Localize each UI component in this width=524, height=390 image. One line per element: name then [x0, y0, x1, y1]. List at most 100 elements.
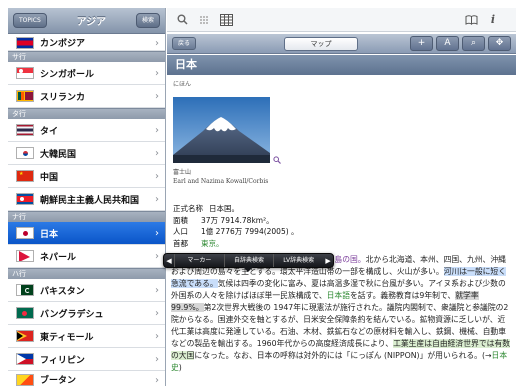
country-sidebar: TOPICS アジア 検索 カンボジア › サ行シンガポール › スリランカ › タ行タイ ›…: [8, 8, 166, 386]
singapore-flag-icon: [16, 67, 34, 79]
fact-label: 人口: [173, 227, 188, 236]
dprk-flag-icon: [16, 193, 34, 205]
chevron-right-icon: ›: [155, 307, 159, 319]
chevron-right-icon: ›: [155, 375, 159, 386]
fact-value[interactable]: 東京。: [201, 239, 224, 248]
country-name: シンガポール: [40, 69, 95, 80]
section-header: タ行: [8, 108, 165, 119]
caption-title: 富士山: [173, 169, 192, 176]
back-button[interactable]: 戻る: [172, 37, 197, 50]
bangladesh-flag-icon: [16, 307, 34, 319]
move-button[interactable]: ✥: [488, 36, 511, 51]
article-text: を話す。義務教育は9年制で、: [350, 291, 456, 300]
country-row-philippines[interactable]: フィリピン ›: [8, 348, 165, 371]
chevron-right-icon: ›: [155, 353, 159, 365]
chevron-right-icon: ›: [155, 227, 159, 239]
chevron-right-icon: ›: [155, 284, 159, 296]
chevron-right-icon: ›: [155, 38, 159, 49]
country-list: カンボジア › サ行 シンガポール › スリランカ › タ行 タイ › 大韓民国 › ★ 中国 › 朝鮮民主主…: [8, 34, 165, 386]
font-size-button[interactable]: A: [436, 36, 459, 51]
country-name: ブータン: [40, 376, 77, 386]
fact-value: 37万 7914.78km²。: [201, 215, 274, 225]
chevron-right-icon: ›: [155, 330, 159, 342]
article-content: 日本 にほん 富士山 Earl and Nazima Kowall/Corbis…: [167, 55, 516, 386]
sidebar-header: TOPICS アジア 検索: [8, 8, 165, 34]
country-row-nepal[interactable]: ネパール ›: [8, 245, 165, 268]
zoom-photo-icon[interactable]: [273, 156, 281, 166]
article-link[interactable]: 日本語: [327, 291, 350, 300]
selection-menu: ◀ マーカー 自辞典検索 LV辞典検索 ▶: [163, 253, 334, 268]
lv-dictionary-search-item[interactable]: LV辞典検索: [273, 254, 323, 267]
sidebar-title: アジア: [76, 17, 107, 28]
fact-label: 首都: [173, 238, 188, 248]
section-header: サ行: [8, 51, 165, 62]
fact-row: 正式名称 日本国。: [173, 203, 299, 215]
thailand-flag-icon: [16, 124, 34, 136]
philippines-flag-icon: [16, 353, 34, 365]
section-header: ナ行: [8, 211, 165, 222]
srilanka-flag-icon: [16, 90, 34, 102]
country-row-srilanka[interactable]: スリランカ ›: [8, 85, 165, 108]
country-name: フィリピン: [40, 355, 85, 366]
fact-value: 1億 2776万 7994(2005) 。: [201, 227, 299, 236]
fact-row: 面積 37万 7914.78km²。: [173, 215, 299, 227]
country-row-dprk[interactable]: 朝鮮民主主義人民共和国 ›: [8, 188, 165, 211]
book-icon[interactable]: [464, 13, 478, 27]
cambodia-flag-icon: [16, 37, 34, 49]
fact-value: 日本国。: [209, 204, 239, 213]
chevron-right-icon: ›: [155, 124, 159, 136]
country-row-korea[interactable]: 大韓民国 ›: [8, 142, 165, 165]
article-text: ): [178, 363, 182, 372]
korea-flag-icon: [16, 147, 34, 159]
country-row-singapore[interactable]: シンガポール ›: [8, 62, 165, 85]
country-row-bhutan[interactable]: ブータン ›: [8, 371, 165, 386]
grid-icon[interactable]: [219, 13, 233, 27]
country-row-cambodia[interactable]: カンボジア ›: [8, 34, 165, 51]
chevron-right-icon: ›: [155, 193, 159, 205]
top-toolbar: i: [167, 8, 516, 32]
search-icon[interactable]: [175, 13, 189, 27]
country-name: パキスタン: [40, 286, 85, 297]
country-name: 東ティモール: [40, 332, 94, 343]
country-row-thailand[interactable]: タイ ›: [8, 119, 165, 142]
country-row-bangladesh[interactable]: バングラデシュ ›: [8, 302, 165, 325]
info-icon[interactable]: i: [486, 13, 500, 27]
country-facts: 正式名称 日本国。 面積 37万 7914.78km²。 人口 1億 2776万 7994…: [173, 203, 299, 249]
article-text: になった。なお、日本の呼称は対外的には「にっぽん (NIPPON)」が用いられる…: [194, 351, 492, 360]
drag-handle-icon[interactable]: [197, 13, 211, 27]
map-segment-button[interactable]: マップ: [284, 36, 359, 51]
country-name: バングラデシュ: [40, 309, 104, 320]
easttimor-flag-icon: [16, 330, 34, 342]
chevron-right-icon: ›: [155, 67, 159, 79]
country-row-easttimor[interactable]: 東ティモール ›: [8, 325, 165, 348]
bhutan-flag-icon: [16, 374, 34, 386]
chevron-right-icon: ›: [155, 147, 159, 159]
own-dictionary-search-item[interactable]: 自辞典検索: [223, 254, 274, 267]
sidebar-search-button[interactable]: 検索: [135, 13, 160, 28]
country-row-japan[interactable]: 日本 ›: [8, 222, 165, 245]
mount-fuji-photo[interactable]: [173, 97, 270, 163]
country-name: タイ: [40, 126, 59, 137]
menu-prev-arrow[interactable]: ◀: [164, 257, 174, 265]
country-name: 日本: [40, 229, 59, 240]
country-row-china[interactable]: ★ 中国 ›: [8, 165, 165, 188]
photo-caption: 富士山 Earl and Nazima Kowall/Corbis: [173, 168, 268, 186]
country-name: 朝鮮民主主義人民共和国: [40, 195, 140, 206]
topics-back-button[interactable]: TOPICS: [13, 13, 47, 28]
caption-credit: Earl and Nazima Kowall/Corbis: [173, 178, 269, 185]
article-body: アジア大陸の東方に位置する、弧状に延びる列島の国。北から北海道、本州、四国、九州…: [171, 254, 511, 374]
country-row-pakistan[interactable]: パキスタン ›: [8, 279, 165, 302]
chevron-right-icon: ›: [155, 250, 159, 262]
fact-label: 正式名称: [173, 204, 203, 213]
selection-menu-pointer: [243, 267, 253, 272]
menu-next-arrow[interactable]: ▶: [323, 257, 333, 265]
add-bookmark-button[interactable]: +: [410, 36, 433, 51]
article-title: 日本: [167, 55, 516, 75]
search-in-page-button[interactable]: ⌕: [462, 36, 485, 51]
fact-row: 人口 1億 2776万 7994(2005) 。: [173, 226, 299, 238]
section-header: ハ行: [8, 268, 165, 279]
country-name: ネパール: [40, 252, 77, 263]
marker-menu-item[interactable]: マーカー: [174, 254, 224, 267]
article-toolbar: 戻る マップ + A ⌕ ✥: [167, 34, 516, 54]
country-name: 中国: [40, 172, 59, 183]
